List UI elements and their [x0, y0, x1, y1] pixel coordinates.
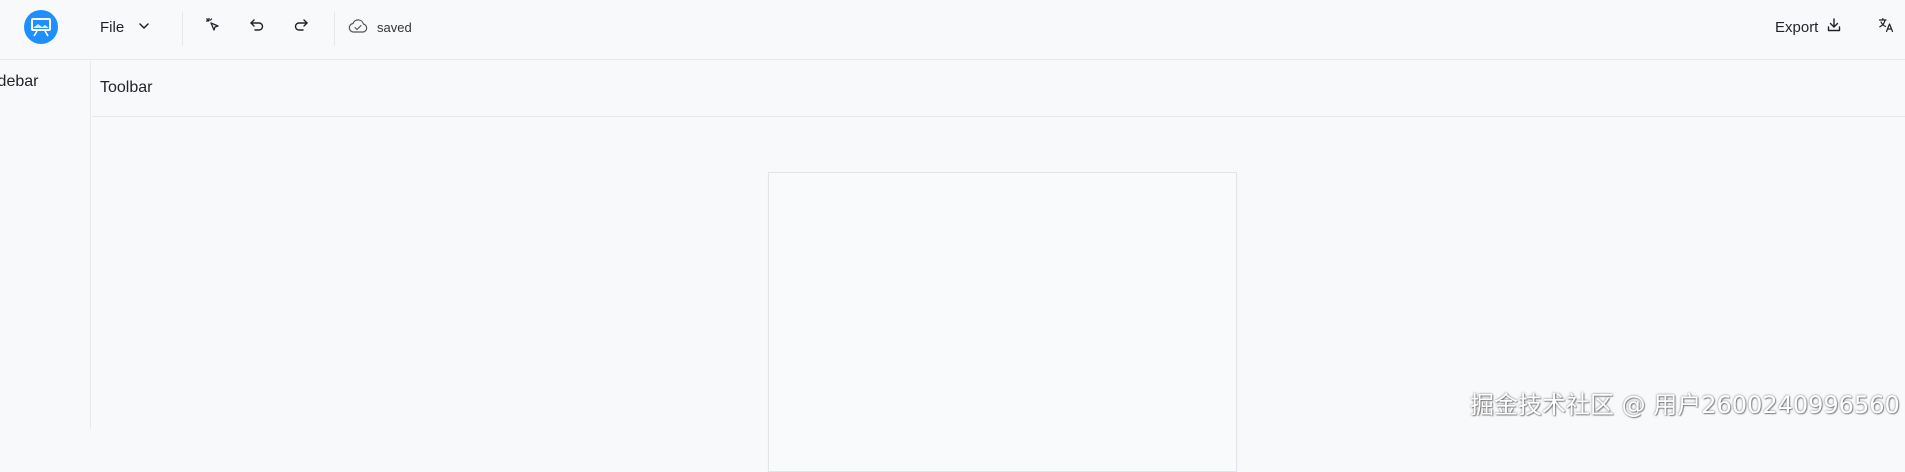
save-status-text: saved	[377, 19, 412, 35]
canvas-area[interactable]	[92, 117, 1905, 472]
presentation-logo-icon[interactable]	[24, 10, 58, 44]
watermark: 掘金技术社区 @ 用户2600240996560	[1470, 391, 1900, 419]
undo-button[interactable]	[243, 13, 271, 41]
app-header: File saved Export	[0, 0, 1905, 60]
sidebar-label: idebar	[0, 73, 39, 90]
header-divider	[334, 12, 335, 46]
file-menu-button[interactable]: File	[88, 12, 162, 42]
sidebar: idebar	[0, 61, 91, 429]
header-divider	[182, 12, 183, 46]
slide-canvas[interactable]	[768, 172, 1237, 472]
redo-icon	[293, 17, 309, 38]
download-icon	[1826, 17, 1842, 37]
select-pointer-button[interactable]	[199, 13, 227, 41]
sparkle-pointer-icon	[205, 17, 221, 38]
toolbar-label: Toolbar	[100, 79, 153, 96]
translate-icon	[1878, 17, 1894, 38]
cloud-check-icon	[347, 18, 369, 37]
export-button[interactable]: Export	[1775, 13, 1842, 41]
chevron-down-icon	[138, 19, 150, 36]
file-menu-label: File	[100, 18, 125, 36]
language-button[interactable]	[1872, 13, 1900, 41]
undo-icon	[249, 17, 265, 38]
toolbar: Toolbar	[92, 61, 1905, 117]
redo-button[interactable]	[287, 13, 315, 41]
save-status: saved	[347, 14, 412, 40]
export-label: Export	[1775, 18, 1819, 36]
